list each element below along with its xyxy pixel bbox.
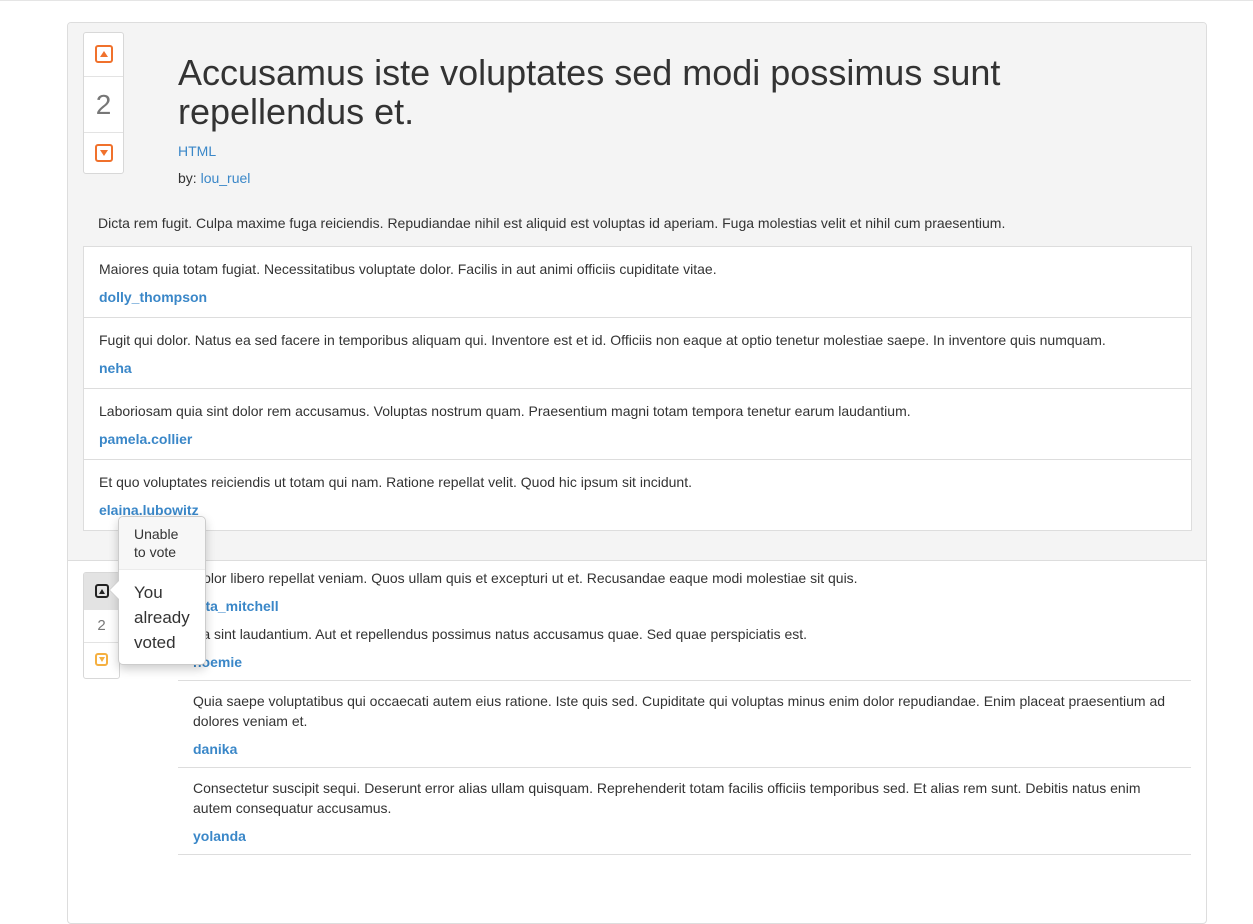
comment-author-link[interactable]: yolanda (193, 828, 246, 844)
question-tag-link[interactable]: HTML (178, 143, 216, 159)
question-author-link[interactable]: lou_ruel (201, 170, 251, 186)
byline-label: by: (178, 170, 197, 186)
comment-text: Ea sint laudantium. Aut et repellendus p… (193, 626, 808, 642)
comment-author-link[interactable]: pamela.collier (99, 431, 192, 447)
comment-text: Fugit qui dolor. Natus ea sed facere in … (99, 332, 1106, 348)
comment-item: Quia saepe voluptatibus qui occaecati au… (178, 681, 1191, 768)
answer-downvote-button[interactable] (84, 642, 119, 677)
comment-item: Maiores quia totam fugiat. Necessitatibu… (84, 247, 1191, 318)
question-panel: 2 Accusamus iste voluptates sed modi pos… (67, 22, 1207, 924)
comment-item: Et quo voluptates reiciendis ut totam qu… (84, 460, 1191, 530)
comment-author-link[interactable]: danika (193, 741, 237, 757)
comment-text: Maiores quia totam fugiat. Necessitatibu… (99, 261, 717, 277)
comment-item: Laboriosam quia sint dolor rem accusamus… (84, 389, 1191, 460)
answer-comments-list: Dolor libero repellat veniam. Quos ullam… (178, 568, 1191, 855)
comment-text: Consectetur suscipit sequi. Deserunt err… (193, 780, 1141, 816)
comment-item: Fugit qui dolor. Natus ea sed facere in … (84, 318, 1191, 389)
comment-text: Laboriosam quia sint dolor rem accusamus… (99, 403, 911, 419)
question-byline: by: lou_ruel (178, 170, 250, 186)
popover-arrow (109, 580, 119, 600)
comment-item: Dolor libero repellat veniam. Quos ullam… (178, 568, 1191, 624)
question-upvote-button[interactable] (84, 33, 123, 75)
question-vote-widget: 2 (83, 32, 124, 174)
question-section: 2 Accusamus iste voluptates sed modi pos… (68, 23, 1206, 561)
question-vote-count: 2 (84, 76, 123, 133)
question-body: Dicta rem fugit. Culpa maxime fuga reici… (98, 215, 1006, 231)
comment-text: Dolor libero repellat veniam. Quos ullam… (193, 570, 858, 586)
downvote-arrow-icon (95, 653, 108, 666)
comment-text: Et quo voluptates reiciendis ut totam qu… (99, 474, 692, 490)
comment-item: Ea sint laudantium. Aut et repellendus p… (178, 624, 1191, 681)
comment-text: Quia saepe voluptatibus qui occaecati au… (193, 693, 1166, 729)
downvote-arrow-icon (94, 143, 113, 162)
question-comments-list: Maiores quia totam fugiat. Necessitatibu… (83, 246, 1192, 531)
answer-vote-count: 2 (84, 609, 119, 643)
comment-item: Consectetur suscipit sequi. Deserunt err… (178, 768, 1191, 855)
upvote-arrow-icon (94, 584, 109, 598)
top-divider (0, 0, 1253, 1)
popover-title: Unable to vote (119, 517, 205, 570)
vote-error-popover: Unable to vote You already voted (109, 516, 206, 665)
popover-content: You already voted (134, 583, 190, 652)
question-title: Accusamus iste voluptates sed modi possi… (178, 52, 1001, 132)
question-downvote-button[interactable] (84, 132, 123, 173)
comment-author-link[interactable]: neha (99, 360, 132, 376)
upvote-arrow-icon (94, 45, 113, 63)
comment-author-link[interactable]: dolly_thompson (99, 289, 207, 305)
